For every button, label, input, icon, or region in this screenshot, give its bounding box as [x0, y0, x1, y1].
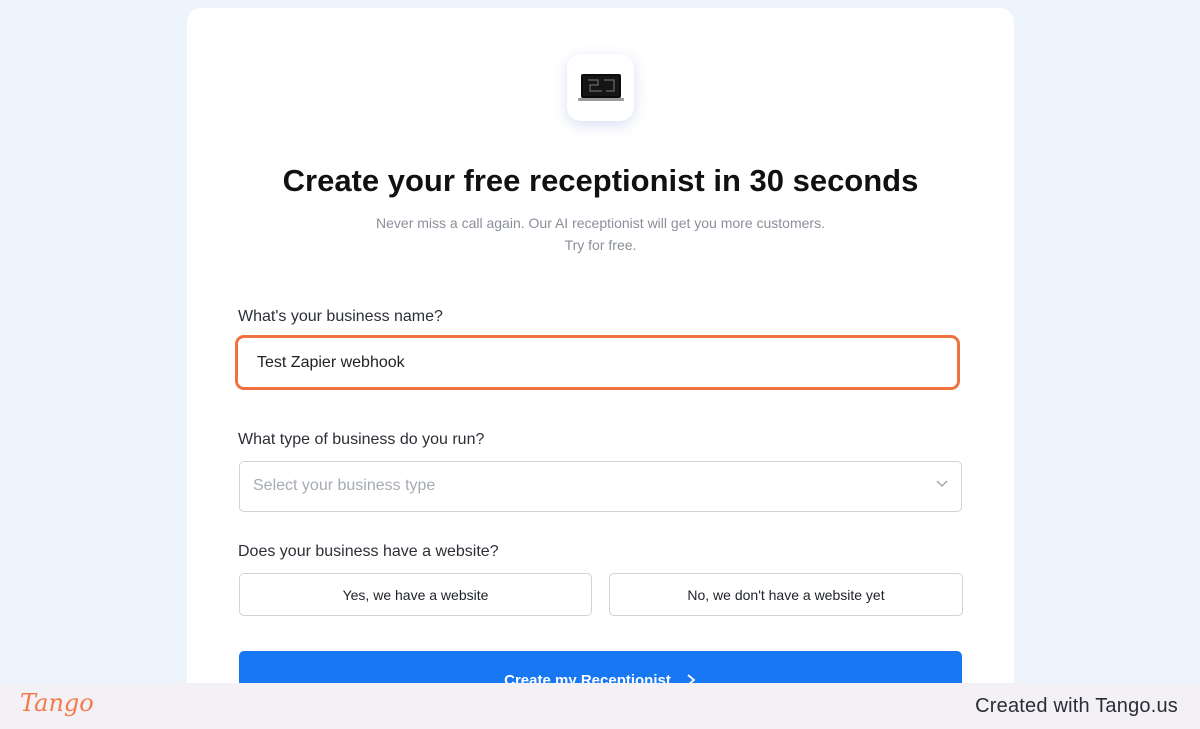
tango-logo[interactable]: Tango	[20, 689, 94, 717]
laptop-icon	[577, 73, 624, 101]
business-type-placeholder: Select your business type	[253, 477, 436, 494]
business-name-field-wrapper	[235, 335, 960, 390]
no-website-button[interactable]: No, we don't have a website yet	[609, 573, 963, 616]
page: Create your free receptionist in 30 seco…	[0, 0, 1200, 729]
signup-card: Create your free receptionist in 30 seco…	[187, 8, 1014, 729]
has-website-button[interactable]: Yes, we have a website	[239, 573, 592, 616]
tango-footer: Tango Created with Tango.us	[0, 683, 1200, 729]
tango-credit[interactable]: Created with Tango.us	[975, 695, 1178, 718]
app-logo	[567, 54, 634, 121]
website-question-label: Does your business have a website?	[238, 543, 499, 560]
business-name-input[interactable]	[238, 338, 957, 387]
page-subtitle: Never miss a call again. Our AI receptio…	[187, 212, 1014, 256]
business-type-select[interactable]: Select your business type	[239, 461, 962, 512]
business-name-label: What's your business name?	[238, 308, 443, 325]
business-type-label: What type of business do you run?	[238, 431, 485, 448]
chevron-down-icon	[936, 480, 948, 487]
subtitle-line-1: Never miss a call again. Our AI receptio…	[376, 215, 825, 231]
subtitle-line-2: Try for free.	[564, 237, 637, 253]
page-title: Create your free receptionist in 30 seco…	[282, 163, 919, 198]
